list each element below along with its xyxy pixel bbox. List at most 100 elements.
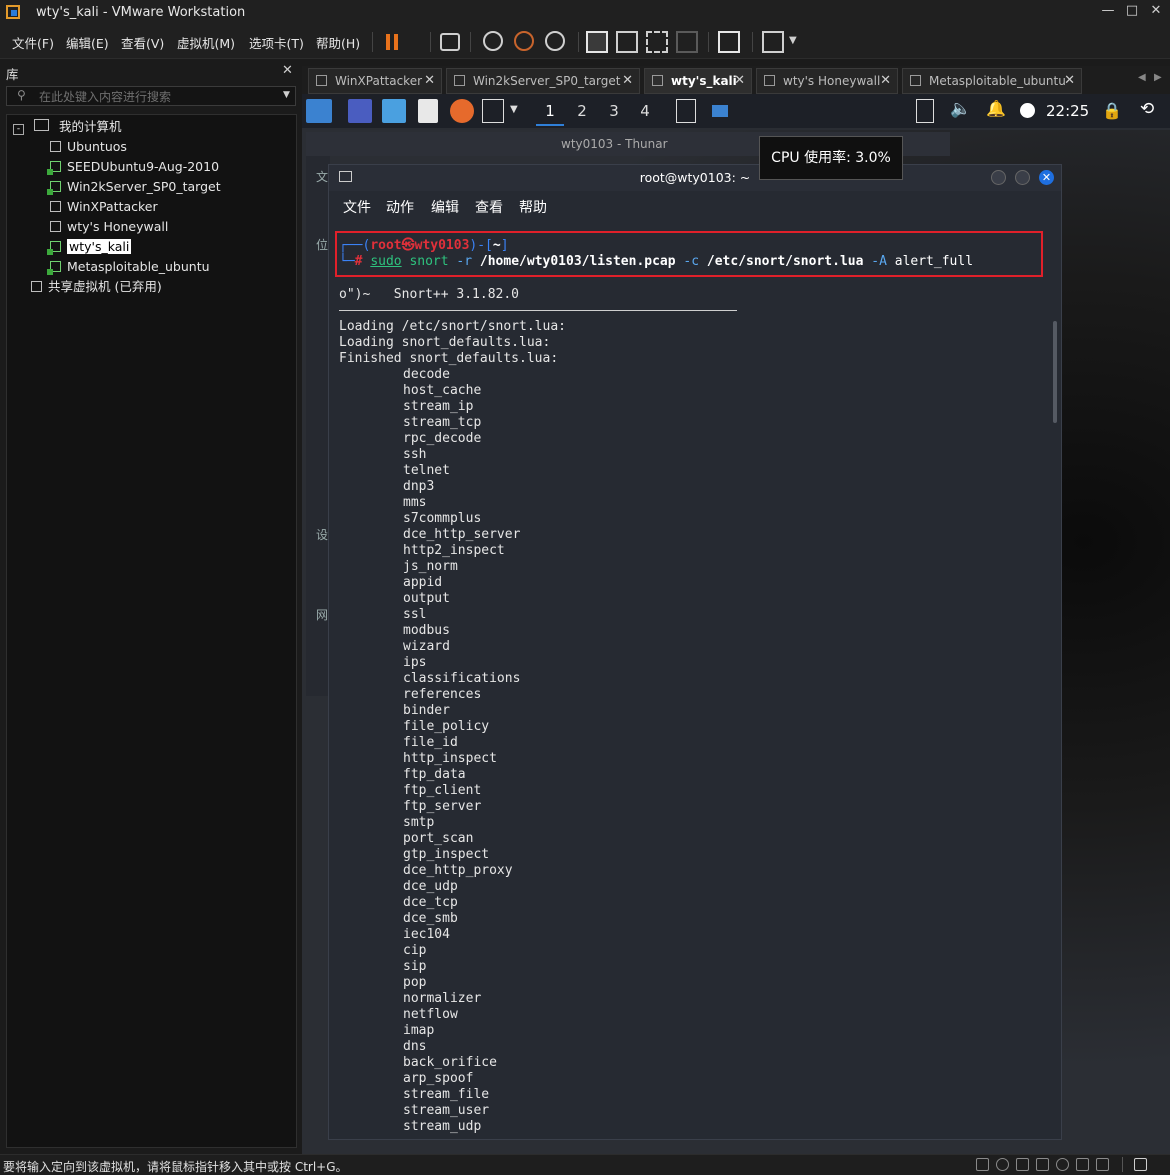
close-library-icon[interactable]: ✕ xyxy=(282,63,293,78)
notification-bell-icon[interactable]: 🔔 xyxy=(986,99,1006,118)
module-line: rpc_decode xyxy=(403,431,482,446)
vmware-logo-icon xyxy=(6,5,20,19)
thunar-title: wty0103 - Thunar xyxy=(561,137,668,151)
fit-guest-icon[interactable] xyxy=(1134,1158,1147,1171)
panel-clock[interactable]: 22:25 xyxy=(1046,102,1089,120)
tab-honeywall[interactable]: wty's Honeywall ✕ xyxy=(756,68,898,94)
chevron-down-icon[interactable]: ▼ xyxy=(283,90,290,100)
close-icon[interactable]: ✕ xyxy=(1039,170,1054,185)
workspace-2[interactable]: 2 xyxy=(568,100,596,124)
usb-icon[interactable] xyxy=(1056,1158,1069,1171)
console-view-icon[interactable] xyxy=(718,31,740,53)
vm-item-win2kserver[interactable]: Win2kServer_SP0_target xyxy=(47,177,221,197)
search-input[interactable] xyxy=(37,88,261,106)
loading-line: Loading /etc/snort/snort.lua: xyxy=(339,319,566,334)
revert-snapshot-icon[interactable] xyxy=(514,31,534,51)
thunar-window-icon[interactable] xyxy=(712,105,728,117)
fullscreen-icon[interactable] xyxy=(646,31,668,53)
terminal-titlebar[interactable]: root@wty0103: ~ ✕ xyxy=(329,165,1061,191)
terminal-menu-view[interactable]: 查看 xyxy=(475,197,503,217)
vm-item-honeywall[interactable]: wty's Honeywall xyxy=(50,217,168,237)
text-editor-icon[interactable] xyxy=(418,99,438,123)
show-desktop-icon[interactable] xyxy=(348,99,372,123)
menu-tabs[interactable]: 选项卡(T) xyxy=(249,33,304,52)
snapshot-manager-icon[interactable] xyxy=(545,31,565,51)
vm-icon xyxy=(454,75,465,86)
snapshot-icon[interactable] xyxy=(483,31,503,51)
vm-display[interactable]: ▼ 1 2 3 4 🔈 🔔 22:25 🔒 ⟲ wty0103 - Thunar… xyxy=(302,94,1170,1154)
tab-scroll-left-icon[interactable]: ◀ xyxy=(1138,72,1146,83)
maximize-button[interactable]: □ xyxy=(1120,3,1144,18)
terminal-window[interactable]: root@wty0103: ~ ✕ 文件 动作 编辑 查看 帮助 ┌──(roo… xyxy=(328,164,1062,1140)
unity-icon[interactable] xyxy=(676,31,698,53)
tree-root[interactable]: - 我的计算机 xyxy=(13,117,121,137)
collapse-icon[interactable]: - xyxy=(13,124,24,135)
terminal-window-icon[interactable] xyxy=(676,99,696,123)
menu-edit[interactable]: 编辑(E) xyxy=(66,33,109,52)
logout-icon[interactable]: ⟲ xyxy=(1140,99,1154,119)
shared-vms-item[interactable]: 共享虚拟机 (已弃用) xyxy=(31,277,162,297)
terminal-menu-edit[interactable]: 编辑 xyxy=(431,197,459,217)
network-adapter-icon[interactable] xyxy=(1016,1158,1029,1171)
close-tab-icon[interactable]: ✕ xyxy=(424,69,435,93)
module-line: stream_user xyxy=(403,1103,490,1118)
firefox-icon[interactable] xyxy=(450,99,474,123)
terminal-menu-help[interactable]: 帮助 xyxy=(519,197,547,217)
stretch-view-icon[interactable] xyxy=(762,31,784,53)
tab-kali[interactable]: wty's_kali ✕ xyxy=(644,68,752,94)
workspace-4[interactable]: 4 xyxy=(631,100,659,124)
printer-icon[interactable] xyxy=(1076,1158,1089,1171)
vm-item-kali[interactable]: wty's_kali xyxy=(47,237,132,257)
maximize-icon[interactable] xyxy=(1015,170,1030,185)
terminal-menu-file[interactable]: 文件 xyxy=(343,197,371,217)
thunar-label: 设 xyxy=(316,528,329,542)
cmd-flag-a: -A xyxy=(871,254,887,269)
workspace-3[interactable]: 3 xyxy=(600,100,628,124)
display-icon[interactable] xyxy=(1096,1158,1109,1171)
module-line: classifications xyxy=(403,671,521,686)
close-tab-icon[interactable]: ✕ xyxy=(622,69,633,93)
file-manager-icon[interactable] xyxy=(382,99,406,123)
close-tab-icon[interactable]: ✕ xyxy=(1064,69,1075,93)
terminal-menu-bar: 文件 动作 编辑 查看 帮助 xyxy=(329,191,1061,219)
tab-winxpattacker[interactable]: WinXPattacker ✕ xyxy=(308,68,442,94)
pause-icon[interactable] xyxy=(382,31,404,53)
lock-screen-icon[interactable]: 🔒 xyxy=(1102,101,1122,120)
hard-disk-icon[interactable] xyxy=(976,1158,989,1171)
tab-scroll-right-icon[interactable]: ▶ xyxy=(1154,72,1162,83)
close-tab-icon[interactable]: ✕ xyxy=(734,69,745,93)
volume-icon[interactable]: 🔈 xyxy=(950,99,971,119)
minimize-button[interactable]: — xyxy=(1096,3,1120,18)
kali-menu-icon[interactable] xyxy=(306,99,332,123)
workspace-1[interactable]: 1 xyxy=(536,100,564,126)
close-window-button[interactable]: ✕ xyxy=(1144,3,1168,18)
library-view-icon[interactable] xyxy=(586,31,608,53)
network-icon[interactable] xyxy=(916,99,934,123)
vm-item-winxpattacker[interactable]: WinXPattacker xyxy=(50,197,158,217)
close-tab-icon[interactable]: ✕ xyxy=(880,69,891,93)
module-line: netflow xyxy=(403,1007,458,1022)
vm-item-seedubuntu[interactable]: SEEDUbuntu9-Aug-2010 xyxy=(47,157,219,177)
chevron-down-icon[interactable]: ▼ xyxy=(789,35,797,46)
module-line: dce_tcp xyxy=(403,895,458,910)
vm-item-metasploitable[interactable]: Metasploitable_ubuntu xyxy=(47,257,210,277)
send-ctrl-alt-del-icon[interactable] xyxy=(440,33,460,51)
cd-dvd-icon[interactable] xyxy=(996,1158,1009,1171)
tab-metasploitable[interactable]: Metasploitable_ubuntu ✕ xyxy=(902,68,1082,94)
menu-view[interactable]: 查看(V) xyxy=(121,33,164,52)
chevron-down-icon[interactable]: ▼ xyxy=(510,104,518,115)
terminal-menu-action[interactable]: 动作 xyxy=(386,197,414,217)
vm-item-ubuntuos[interactable]: Ubuntuos xyxy=(50,137,127,157)
terminal-launcher-icon[interactable] xyxy=(482,99,504,123)
menu-vm[interactable]: 虚拟机(M) xyxy=(177,33,235,52)
menu-help[interactable]: 帮助(H) xyxy=(316,33,360,52)
terminal-scrollbar[interactable] xyxy=(1053,321,1057,423)
minimize-icon[interactable] xyxy=(991,170,1006,185)
thumbnail-view-icon[interactable] xyxy=(616,31,638,53)
tab-win2kserver[interactable]: Win2kServer_SP0_target ✕ xyxy=(446,68,640,94)
power-manager-icon[interactable] xyxy=(1020,103,1035,118)
sound-card-icon[interactable] xyxy=(1036,1158,1049,1171)
library-search[interactable]: ⚲ ▼ xyxy=(6,86,296,106)
menu-file[interactable]: 文件(F) xyxy=(12,33,54,52)
vm-icon xyxy=(652,75,663,86)
